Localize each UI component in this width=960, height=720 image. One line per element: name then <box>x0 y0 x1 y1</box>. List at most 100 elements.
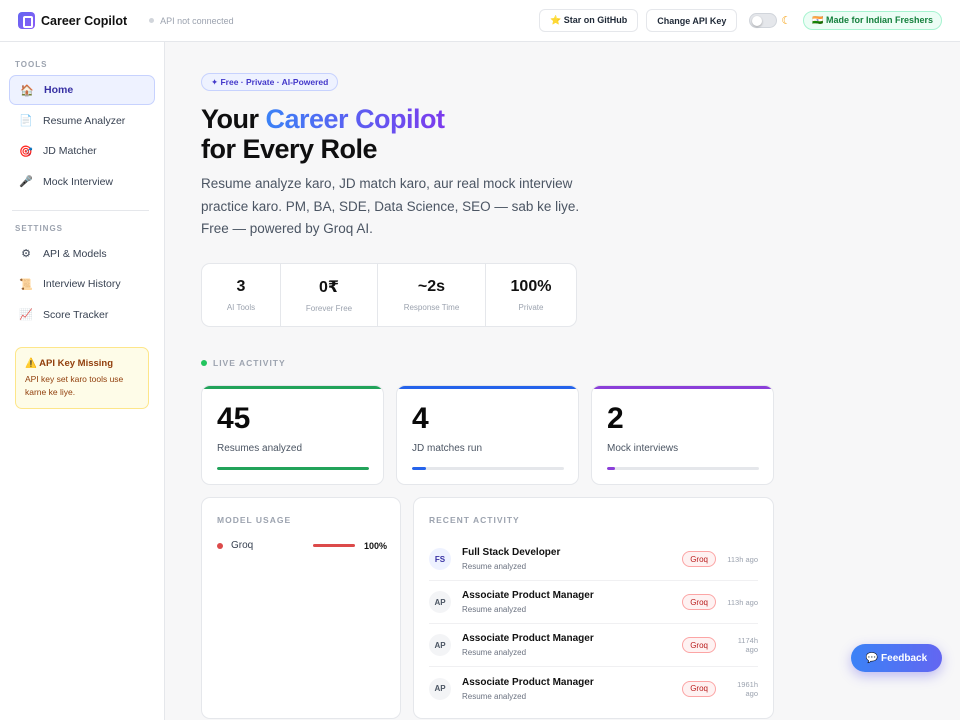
model-badge: Groq <box>682 637 716 653</box>
card-accent <box>397 386 578 389</box>
stat-label: AI Tools <box>226 303 256 312</box>
activity-progress <box>412 467 564 470</box>
scroll-icon: 📜 <box>19 278 33 291</box>
api-status: API not connected <box>149 16 234 26</box>
activity-progress <box>217 467 369 470</box>
status-dot-icon <box>149 18 155 23</box>
live-dot-icon <box>201 360 207 366</box>
list-item[interactable]: AP Associate Product Manager Resume anal… <box>429 667 758 710</box>
home-icon: 🏠 <box>20 84 34 97</box>
activity-time: 1961h ago <box>737 679 758 698</box>
activity-label: Resumes analyzed <box>217 443 303 454</box>
activity-title: Associate Product Manager <box>462 590 594 601</box>
chart-up-icon: 📈 <box>19 309 33 321</box>
sidebar-item-label: Interview History <box>43 278 121 290</box>
model-usage-percent: 100% <box>363 540 387 551</box>
github-star-button[interactable]: ⭐ Star on GitHub <box>539 9 639 32</box>
activity-label: Mock interviews <box>607 443 679 454</box>
live-activity-label: LIVE ACTIVITY <box>213 358 286 368</box>
hero-title: Your Career Copilot for Every Role <box>201 104 445 164</box>
stat-value: 100% <box>510 278 552 295</box>
sidebar-item-score-tracker[interactable]: 📈 Score Tracker <box>9 300 155 330</box>
activity-meta: Groq 113h ago <box>682 551 758 567</box>
sidebar-item-interview-history[interactable]: 📜 Interview History <box>9 269 155 299</box>
sidebar-item-jd-matcher[interactable]: 🎯 JD Matcher <box>9 136 155 166</box>
activity-label: JD matches run <box>412 443 483 454</box>
activity-time: 113h ago <box>727 597 758 607</box>
sidebar-item-label: Resume Analyzer <box>43 114 126 127</box>
hero-title-accent: Career Copilot <box>265 104 446 134</box>
model-usage-row: Groq 100% <box>217 540 387 551</box>
feedback-button[interactable]: 💬 Feedback <box>851 644 942 672</box>
hero-subtitle: Resume analyze karo, JD match karo, aur … <box>201 176 580 236</box>
hero-badge: ✦ Free · Private · AI-Powered <box>201 73 339 91</box>
activity-text: Associate Product Manager Resume analyze… <box>462 677 594 701</box>
moon-icon: ☾ <box>781 15 792 27</box>
model-dot-icon <box>217 542 223 549</box>
activity-title: Associate Product Manager <box>462 633 594 644</box>
sidebar-item-label: Mock Interview <box>43 175 114 188</box>
activity-text: Associate Product Manager Resume analyze… <box>462 590 594 614</box>
theme-toggle[interactable] <box>749 13 778 28</box>
activity-progress-fill <box>217 467 369 470</box>
brand[interactable]: Career Copilot <box>18 12 127 29</box>
stat-item: 0₹ Forever Free <box>281 264 378 326</box>
activity-text: Associate Product Manager Resume analyze… <box>462 633 594 657</box>
sidebar-item-mock-interview[interactable]: 🎤 Mock Interview <box>9 167 155 197</box>
live-activity-heading: LIVE ACTIVITY <box>201 358 286 368</box>
activity-meta: Groq 1174h ago <box>682 636 758 654</box>
activity-count: 45 <box>217 402 251 435</box>
model-name: Groq <box>231 540 254 551</box>
activity-time: 113h ago <box>727 554 758 564</box>
warning-title: ⚠️ API Key Missing <box>25 358 114 369</box>
activity-title: Associate Product Manager <box>462 676 594 688</box>
activity-card-jd-matches: 4 JD matches run <box>396 385 579 485</box>
stat-item: ~2s Response Time <box>378 264 486 326</box>
model-usage-heading: MODEL USAGE <box>217 515 292 525</box>
avatar: AP <box>429 677 451 700</box>
sidebar-item-resume-analyzer[interactable]: 📄 Resume Analyzer <box>9 106 155 136</box>
avatar: AP <box>429 634 451 656</box>
sidebar-item-api-models[interactable]: ⚙ API & Models <box>9 239 155 269</box>
recent-activity-heading: RECENT ACTIVITY <box>429 515 520 525</box>
sidebar-item-label: Home <box>44 84 74 96</box>
model-badge: Groq <box>682 594 716 610</box>
activity-meta: Groq 1961h ago <box>682 680 758 698</box>
avatar: AP <box>429 591 451 613</box>
sidebar-item-home[interactable]: 🏠 Home <box>9 75 155 105</box>
model-badge: Groq <box>682 551 716 567</box>
avatar: FS <box>429 548 451 570</box>
stat-value: ~2s <box>417 278 446 295</box>
change-api-key-button[interactable]: Change API Key <box>646 9 738 32</box>
gear-icon: ⚙ <box>21 248 31 260</box>
tools-heading: TOOLS <box>15 60 48 69</box>
stat-value: 3 <box>236 278 246 295</box>
sidebar-item-label: Score Tracker <box>43 308 109 321</box>
warning-text: API key set karo tools use karne ke liye… <box>25 374 124 397</box>
activity-count: 4 <box>412 402 429 435</box>
model-usage-bar <box>313 544 355 547</box>
model-usage-fill <box>313 544 355 547</box>
list-item[interactable]: AP Associate Product Manager Resume anal… <box>429 581 758 624</box>
recent-activity-panel: RECENT ACTIVITY FS Full Stack Developer … <box>413 497 774 719</box>
list-item[interactable]: FS Full Stack Developer Resume analyzed … <box>429 538 758 581</box>
stat-label: Private <box>518 303 544 312</box>
model-badge: Groq <box>682 680 716 697</box>
hero-title-prefix: Your <box>201 104 266 134</box>
sidebar-item-label: JD Matcher <box>43 145 97 157</box>
api-status-text: API not connected <box>160 15 234 26</box>
activity-text: Full Stack Developer Resume analyzed <box>462 547 560 571</box>
main-content: ✦ Free · Private · AI-Powered Your Caree… <box>166 42 960 720</box>
activity-title: Full Stack Developer <box>462 547 561 558</box>
settings-heading: SETTINGS <box>15 223 64 233</box>
stat-item: 3 AI Tools <box>202 264 281 326</box>
top-bar: Career Copilot API not connected ⭐ Star … <box>0 0 960 42</box>
sidebar-divider <box>12 209 149 211</box>
document-icon: 📄 <box>19 115 33 127</box>
list-item[interactable]: AP Associate Product Manager Resume anal… <box>429 624 758 667</box>
stat-label: Response Time <box>403 303 460 312</box>
sidebar: TOOLS 🏠 Home 📄 Resume Analyzer 🎯 JD Matc… <box>0 42 165 720</box>
activity-meta: Groq 113h ago <box>682 594 758 610</box>
hero-title-line2: for Every Role <box>201 134 378 164</box>
stat-label: Forever Free <box>305 304 353 313</box>
